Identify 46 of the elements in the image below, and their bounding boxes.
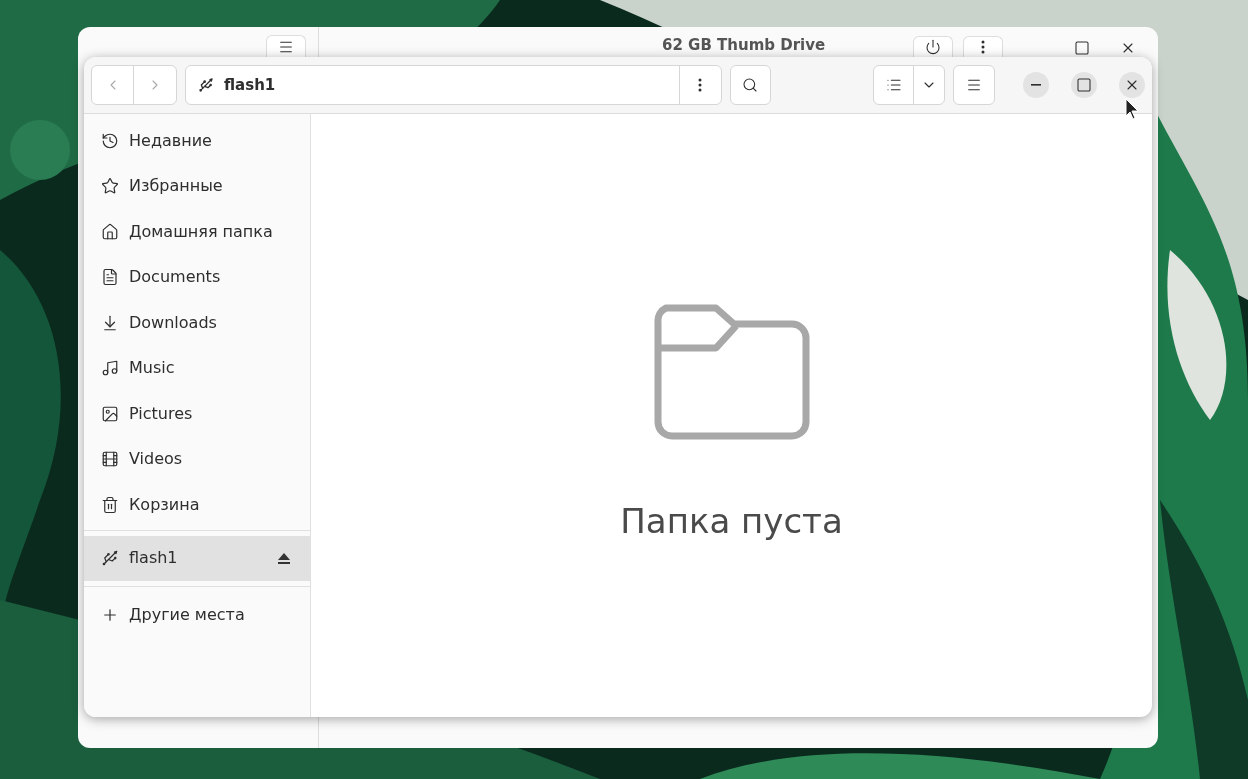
sidebar-item[interactable]: Downloads (84, 300, 310, 346)
search-button[interactable] (729, 65, 772, 105)
menu-icon (966, 77, 983, 93)
eject-icon[interactable] (278, 552, 290, 564)
sidebar-item[interactable]: Videos (84, 436, 310, 482)
search-icon (742, 77, 759, 93)
maximize-button[interactable] (1071, 72, 1097, 98)
clock-icon (101, 131, 119, 150)
star-icon (101, 177, 119, 196)
music-note-icon (101, 359, 119, 378)
sidebar-item[interactable]: Избранные (84, 163, 310, 209)
download-icon (101, 313, 119, 332)
empty-folder-message: Папка пуста (620, 500, 843, 543)
sidebar-item[interactable]: Pictures (84, 391, 310, 437)
location-text: flash1 (224, 74, 277, 96)
power-button[interactable] (913, 36, 954, 57)
image-icon (101, 404, 119, 423)
maximize-button[interactable] (1073, 39, 1092, 57)
usb-drive-icon (198, 77, 214, 93)
usb-drive-icon (101, 549, 119, 568)
document-icon (101, 268, 119, 287)
list-icon (885, 77, 902, 93)
sidebar-item[interactable]: Другие места (84, 592, 310, 638)
sidebar-item[interactable]: Documents (84, 254, 310, 300)
sidebar-item[interactable]: Недавние (84, 118, 310, 164)
trash-icon (101, 495, 119, 514)
sidebar-item[interactable]: Корзина (84, 482, 310, 528)
close-button[interactable] (1119, 72, 1145, 98)
more-button[interactable] (963, 36, 1004, 57)
location-bar[interactable]: flash1 (185, 65, 722, 105)
maximize-icon (1076, 77, 1092, 93)
maximize-icon (1074, 40, 1091, 56)
sidebar-item[interactable]: Домашняя папка (84, 209, 310, 255)
minimize-button[interactable] (1023, 72, 1049, 98)
home-icon (101, 222, 119, 241)
folder-icon (653, 304, 810, 440)
sidebar-item[interactable]: Music (84, 345, 310, 391)
more-icon (981, 40, 986, 54)
menu-button[interactable] (266, 35, 306, 57)
menu-button[interactable] (953, 65, 995, 105)
sidebar-item[interactable]: flash1 (84, 535, 310, 581)
window-title: 62 GB Thumb Drive (662, 36, 826, 54)
more-icon (698, 78, 702, 92)
minimize-icon (1031, 84, 1041, 86)
power-icon (925, 39, 942, 55)
film-icon (101, 450, 119, 469)
